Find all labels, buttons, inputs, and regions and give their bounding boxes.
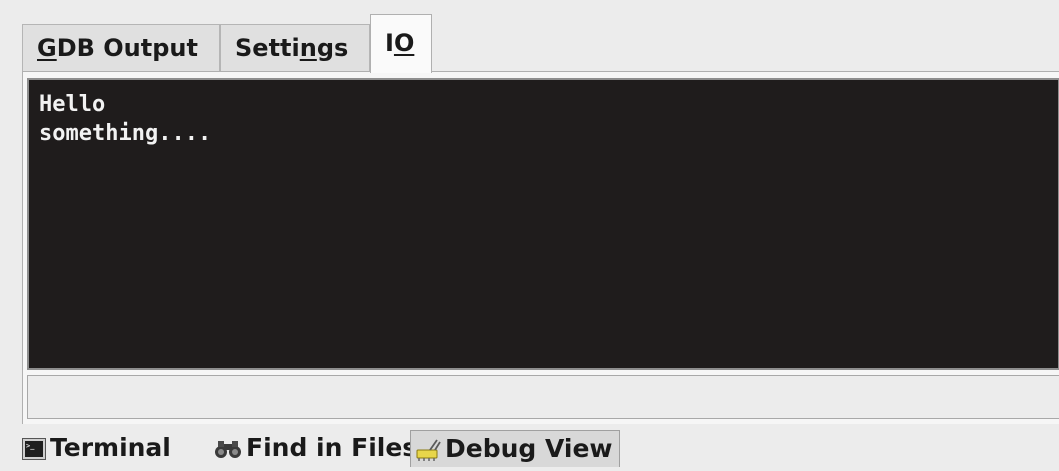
bottom-tool-bar: >_ Terminal Find in Files Debug View: [0, 428, 1059, 467]
io-output-console[interactable]: Hello something....: [27, 78, 1059, 370]
tab-gdb-output[interactable]: GDB Output: [22, 24, 220, 72]
bottom-tab-debug-view[interactable]: Debug View: [410, 430, 620, 467]
io-input-field[interactable]: [27, 375, 1059, 419]
console-line: Hello: [39, 92, 106, 117]
tab-gdb-output-mnemonic: G: [37, 34, 57, 62]
console-line: something....: [39, 121, 212, 146]
bottom-tab-debug-view-label: Debug View: [445, 434, 613, 463]
bottom-tab-find-in-files-label: Find in Files: [246, 433, 418, 462]
bottom-tab-find-in-files[interactable]: Find in Files: [214, 430, 417, 465]
debug-icon: [415, 435, 441, 471]
svg-text:>_: >_: [26, 442, 35, 450]
binoculars-icon: [214, 434, 242, 470]
bottom-tab-terminal[interactable]: >_ Terminal: [22, 430, 171, 465]
tab-io[interactable]: IO: [370, 14, 432, 73]
io-content: Hello something....: [22, 72, 1059, 424]
tab-io-mnemonic: O: [393, 29, 415, 57]
terminal-icon: >_: [22, 434, 46, 470]
tab-settings[interactable]: Settings: [220, 24, 370, 72]
tab-bar: GDB Output Settings IO: [22, 14, 1059, 73]
bottom-tab-terminal-label: Terminal: [50, 433, 171, 462]
debug-panel: GDB Output Settings IO Hello something...…: [22, 14, 1059, 424]
tab-settings-mnemonic: n: [299, 34, 317, 62]
